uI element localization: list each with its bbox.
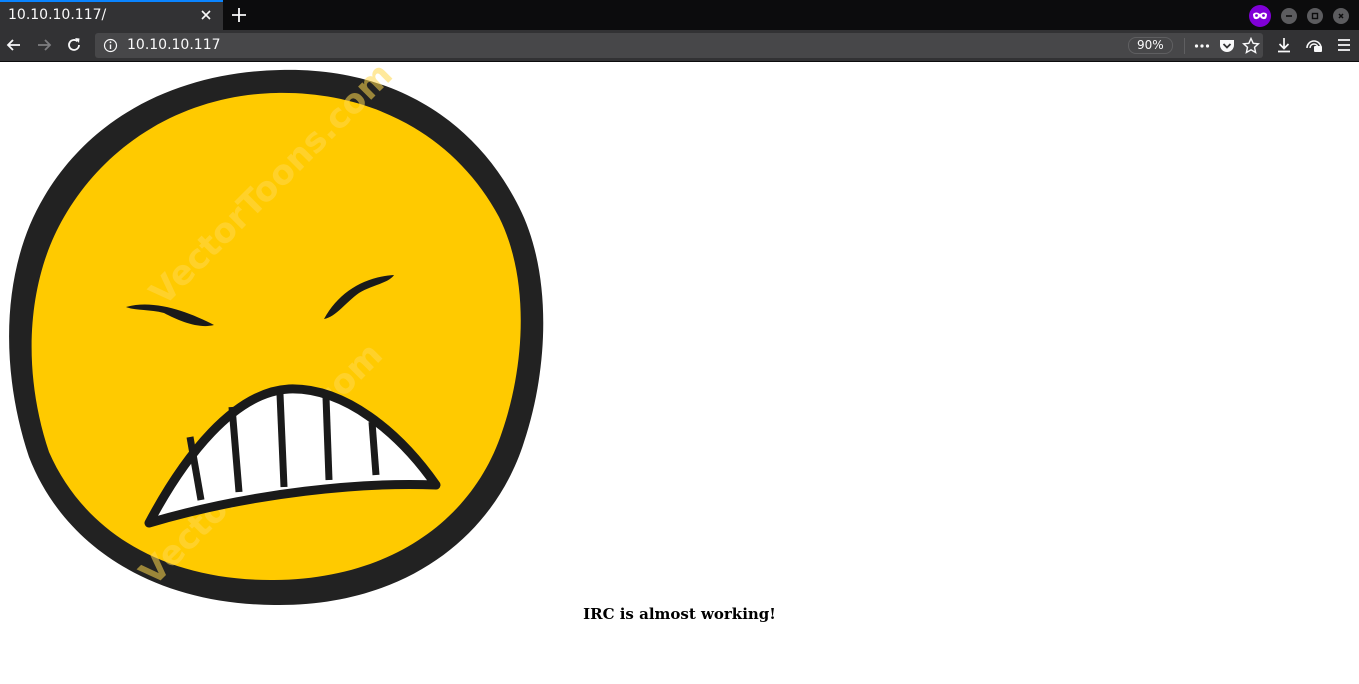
close-tab-icon[interactable] <box>197 6 215 24</box>
page-content: VectorToons.com VectorToons.com IRC is a… <box>0 62 1359 684</box>
url-bar[interactable]: 10.10.10.117 90% <box>95 33 1263 58</box>
forward-icon[interactable] <box>34 35 54 55</box>
new-tab-icon[interactable] <box>228 4 250 26</box>
downloads-icon[interactable] <box>1274 35 1294 55</box>
private-browsing-icon <box>1249 5 1271 27</box>
bookmark-star-icon[interactable] <box>1242 37 1260 55</box>
extension-icon[interactable] <box>1304 35 1324 55</box>
url-text[interactable]: 10.10.10.117 <box>127 37 221 53</box>
tab-title: 10.10.10.117/ <box>8 7 107 23</box>
page-actions-icon[interactable] <box>1193 37 1211 55</box>
url-bar-separator <box>1184 38 1185 54</box>
tab-active[interactable]: 10.10.10.117/ <box>0 0 223 30</box>
zoom-indicator[interactable]: 90% <box>1128 37 1173 54</box>
close-window-icon[interactable] <box>1333 8 1349 24</box>
minimize-icon[interactable] <box>1281 8 1297 24</box>
pocket-icon[interactable] <box>1218 37 1236 55</box>
maximize-icon[interactable] <box>1307 8 1323 24</box>
site-info-icon[interactable] <box>103 38 118 53</box>
grimacing-face-image: VectorToons.com VectorToons.com <box>9 67 544 606</box>
page-message: IRC is almost working! <box>583 605 776 623</box>
reload-icon[interactable] <box>64 35 84 55</box>
navigation-toolbar: 10.10.10.117 90% <box>0 30 1359 62</box>
tab-strip: 10.10.10.117/ <box>0 0 1359 30</box>
back-icon[interactable] <box>4 35 24 55</box>
menu-icon[interactable] <box>1334 35 1354 55</box>
